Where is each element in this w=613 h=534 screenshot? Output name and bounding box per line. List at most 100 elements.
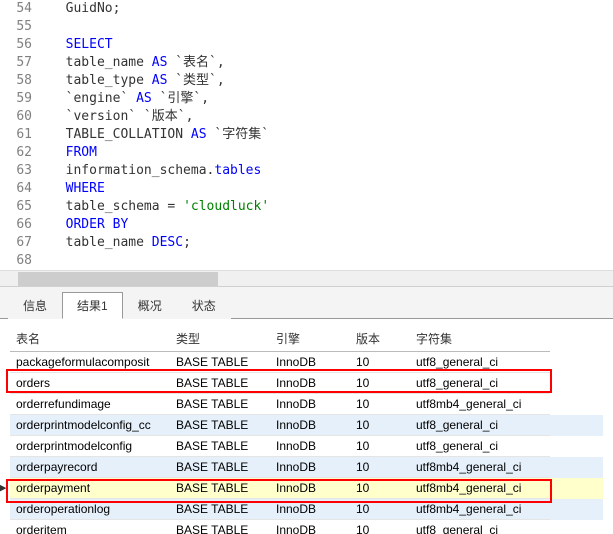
code-content[interactable]: GuidNo; SELECT table_name AS `表名`, table… [40,0,269,270]
tab-2[interactable]: 概况 [123,292,177,319]
table-row[interactable]: orderrefundimageBASE TABLEInnoDB10utf8mb… [10,394,603,415]
table-row[interactable]: orderitemBASE TABLEInnoDB10utf8_general_… [10,520,603,534]
cell-engine[interactable]: InnoDB [270,394,350,415]
cell-version[interactable]: 10 [350,520,410,534]
code-line[interactable]: FROM [50,144,269,162]
code-line[interactable]: table_name AS `表名`, [50,54,269,72]
tab-0[interactable]: 信息 [8,292,62,319]
tab-3[interactable]: 状态 [177,292,231,319]
line-number-gutter: 545556575859606162636465666768 [0,0,40,270]
cell-charset[interactable]: utf8mb4_general_ci [410,499,550,520]
line-number: 65 [0,198,32,216]
cell-version[interactable]: 10 [350,478,410,499]
code-line[interactable] [50,18,269,36]
cell-version[interactable]: 10 [350,394,410,415]
cell-type[interactable]: BASE TABLE [170,457,270,478]
cell-charset[interactable]: utf8_general_ci [410,520,550,534]
code-line[interactable]: information_schema.tables [50,162,269,180]
header-version[interactable]: 版本 [350,326,410,352]
code-line[interactable]: table_name DESC; [50,234,269,252]
line-number: 57 [0,54,32,72]
cell-version[interactable]: 10 [350,373,410,394]
line-number: 66 [0,216,32,234]
line-number: 67 [0,234,32,252]
cell-type[interactable]: BASE TABLE [170,499,270,520]
cell-engine[interactable]: InnoDB [270,520,350,534]
line-number: 60 [0,108,32,126]
line-number: 63 [0,162,32,180]
cell-name[interactable]: orderrefundimage [10,394,170,415]
header-type[interactable]: 类型 [170,326,270,352]
header-charset[interactable]: 字符集 [410,326,550,352]
table-row[interactable]: ordersBASE TABLEInnoDB10utf8_general_ci [10,373,603,394]
cell-name[interactable]: packageformulacomposit [10,352,170,373]
code-line[interactable]: table_schema = 'cloudluck' [50,198,269,216]
sql-editor[interactable]: 545556575859606162636465666768 GuidNo; S… [0,0,613,287]
cell-charset[interactable]: utf8_general_ci [410,352,550,373]
cell-type[interactable]: BASE TABLE [170,415,270,436]
code-line[interactable]: GuidNo; [50,0,269,18]
line-number: 62 [0,144,32,162]
line-number: 59 [0,90,32,108]
cell-name[interactable]: orderoperationlog [10,499,170,520]
cell-engine[interactable]: InnoDB [270,499,350,520]
cell-name[interactable]: orders [10,373,170,394]
cell-charset[interactable]: utf8_general_ci [410,436,550,457]
scrollbar-thumb[interactable] [18,272,218,286]
cell-version[interactable]: 10 [350,352,410,373]
cell-type[interactable]: BASE TABLE [170,352,270,373]
code-line[interactable]: `engine` AS `引擎`, [50,90,269,108]
cell-charset[interactable]: utf8_general_ci [410,415,550,436]
table-row[interactable]: orderprintmodelconfig_ccBASE TABLEInnoDB… [10,415,603,436]
results-panel: 表名 类型 引擎 版本 字符集 packageformulacompositBA… [0,319,613,534]
code-line[interactable] [50,252,269,270]
grid-header-row[interactable]: 表名 类型 引擎 版本 字符集 [10,326,603,352]
cell-version[interactable]: 10 [350,499,410,520]
cell-version[interactable]: 10 [350,415,410,436]
cell-version[interactable]: 10 [350,436,410,457]
cell-engine[interactable]: InnoDB [270,457,350,478]
line-number: 64 [0,180,32,198]
table-row[interactable]: packageformulacompositBASE TABLEInnoDB10… [10,352,603,373]
tab-1[interactable]: 结果1 [62,292,123,319]
results-grid[interactable]: 表名 类型 引擎 版本 字符集 packageformulacompositBA… [10,325,603,534]
header-name[interactable]: 表名 [10,326,170,352]
code-line[interactable]: WHERE [50,180,269,198]
cell-name[interactable]: orderprintmodelconfig [10,436,170,457]
code-line[interactable]: ORDER BY [50,216,269,234]
results-tabs: 信息结果1概况状态 [0,287,613,319]
cell-name[interactable]: orderpayrecord [10,457,170,478]
code-line[interactable]: TABLE_COLLATION AS `字符集` [50,126,269,144]
header-engine[interactable]: 引擎 [270,326,350,352]
cell-type[interactable]: BASE TABLE [170,520,270,534]
code-line[interactable]: `version` `版本`, [50,108,269,126]
cell-version[interactable]: 10 [350,457,410,478]
table-row[interactable]: ▶orderpaymentBASE TABLEInnoDB10utf8mb4_g… [10,478,603,499]
cell-engine[interactable]: InnoDB [270,415,350,436]
cell-engine[interactable]: InnoDB [270,478,350,499]
cell-engine[interactable]: InnoDB [270,352,350,373]
cell-engine[interactable]: InnoDB [270,373,350,394]
cell-type[interactable]: BASE TABLE [170,373,270,394]
cell-type[interactable]: BASE TABLE [170,436,270,457]
cell-name[interactable]: orderitem [10,520,170,534]
cell-type[interactable]: BASE TABLE [170,478,270,499]
cell-type[interactable]: BASE TABLE [170,394,270,415]
cell-name[interactable]: orderprintmodelconfig_cc [10,415,170,436]
line-number: 55 [0,18,32,36]
line-number: 61 [0,126,32,144]
cell-charset[interactable]: utf8mb4_general_ci [410,394,550,415]
line-number: 56 [0,36,32,54]
table-row[interactable]: orderpayrecordBASE TABLEInnoDB10utf8mb4_… [10,457,603,478]
code-line[interactable]: table_type AS `类型`, [50,72,269,90]
line-number: 58 [0,72,32,90]
cell-charset[interactable]: utf8mb4_general_ci [410,478,550,499]
cell-name[interactable]: orderpayment [10,478,170,499]
cell-charset[interactable]: utf8mb4_general_ci [410,457,550,478]
table-row[interactable]: orderprintmodelconfigBASE TABLEInnoDB10u… [10,436,603,457]
code-line[interactable]: SELECT [50,36,269,54]
table-row[interactable]: orderoperationlogBASE TABLEInnoDB10utf8m… [10,499,603,520]
editor-horizontal-scrollbar[interactable] [0,270,613,286]
cell-engine[interactable]: InnoDB [270,436,350,457]
cell-charset[interactable]: utf8_general_ci [410,373,550,394]
